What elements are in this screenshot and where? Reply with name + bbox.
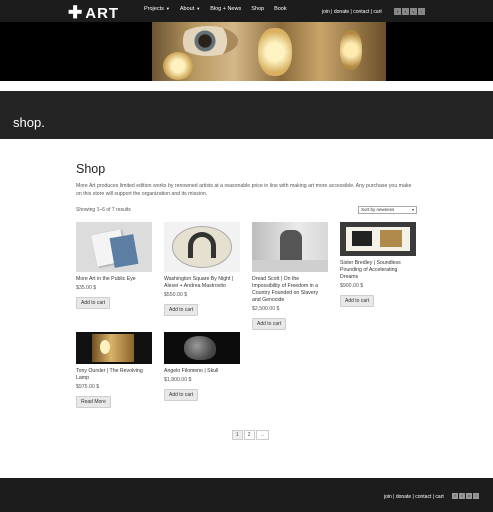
light-shape <box>100 340 110 354</box>
light-shape <box>163 52 193 80</box>
product-card: Washington Square By Night | Alexei + An… <box>164 222 240 316</box>
product-image[interactable] <box>252 222 328 272</box>
product-price: $35.00 $ <box>76 285 97 291</box>
product-card: Sister Bredley | Soundless Pounding of A… <box>340 222 416 307</box>
page-link-1[interactable]: 1 <box>232 430 243 440</box>
instagram-icon[interactable]: i <box>473 493 479 499</box>
twitter-icon[interactable]: t <box>402 8 409 15</box>
product-image[interactable] <box>164 222 240 272</box>
page-title: shop. <box>13 115 45 130</box>
sort-select[interactable]: Sort by newness ▾ <box>358 206 417 214</box>
add-to-cart-button[interactable]: Add to cart <box>252 318 287 330</box>
site-logo[interactable]: ✚ ART <box>68 3 119 23</box>
book-shape <box>109 234 139 268</box>
page-title-band <box>0 91 493 139</box>
product-card: Tony Oursler | The Revolving Lamp $975.0… <box>76 332 152 408</box>
top-nav: ✚ ART Projects ▼ About ▼ Blog + News Shop … <box>0 0 493 22</box>
product-price: $900.00 $ <box>340 283 364 289</box>
skull-shape <box>184 336 216 360</box>
product-name[interactable]: Sister Bredley | Soundless Pounding of A… <box>340 260 416 281</box>
read-more-button[interactable]: Read More <box>76 396 111 408</box>
arch-shape <box>188 232 216 258</box>
product-image[interactable] <box>76 222 152 272</box>
product-image[interactable] <box>76 332 152 364</box>
add-to-cart-button[interactable]: Add to cart <box>164 389 199 401</box>
chevron-down-icon: ▼ <box>165 6 170 11</box>
product-name[interactable]: More Art in the Public Eye <box>76 276 152 283</box>
utility-links[interactable]: join | donate | contact | cart <box>322 9 382 15</box>
eye-image <box>178 26 238 56</box>
nav-label: Projects <box>144 6 164 12</box>
footer-social-links: f t v i <box>452 493 479 499</box>
product-name[interactable]: Washington Square By Night | Alexei + An… <box>164 276 240 290</box>
facebook-icon[interactable]: f <box>394 8 401 15</box>
light-shape <box>340 30 362 70</box>
add-to-cart-button[interactable]: Add to cart <box>164 304 199 316</box>
next-page-icon[interactable]: → <box>255 430 269 440</box>
artwork-shape <box>352 231 372 246</box>
chevron-down-icon: ▾ <box>411 207 414 212</box>
product-name[interactable]: Dread Scott | On the Impossibility of Fr… <box>252 276 328 304</box>
product-card: Angelo Filomeno | Skull $1,800.00 $ Add … <box>164 332 240 401</box>
vimeo-icon[interactable]: v <box>410 8 417 15</box>
product-image[interactable] <box>340 222 416 256</box>
instagram-icon[interactable]: i <box>418 8 425 15</box>
product-image[interactable] <box>164 332 240 364</box>
nav-item-shop[interactable]: Shop <box>251 6 264 12</box>
page-link-2[interactable]: 2 <box>243 430 255 440</box>
twitter-icon[interactable]: t <box>459 493 465 499</box>
light-shape <box>258 28 292 76</box>
product-price: $975.00 $ <box>76 384 100 390</box>
add-to-cart-button[interactable]: Add to cart <box>340 295 375 307</box>
product-card: More Art in the Public Eye $35.00 $ Add … <box>76 222 152 309</box>
product-card: Dread Scott | On the Impossibility of Fr… <box>252 222 328 330</box>
product-price: $2,500.00 $ <box>252 306 280 312</box>
add-to-cart-button[interactable]: Add to cart <box>76 297 111 309</box>
main-menu: Projects ▼ About ▼ Blog + News Shop Book <box>144 6 287 12</box>
lamp-shape <box>92 334 134 362</box>
product-price: $1,800.00 $ <box>164 377 192 383</box>
nav-item-book[interactable]: Book <box>274 6 287 12</box>
vimeo-icon[interactable]: v <box>466 493 472 499</box>
product-name[interactable]: Angelo Filomeno | Skull <box>164 368 240 375</box>
pagination: 1 2 → <box>232 430 269 440</box>
product-name[interactable]: Tony Oursler | The Revolving Lamp <box>76 368 152 382</box>
sort-selected-value: Sort by newness <box>361 207 395 212</box>
shop-heading: Shop <box>76 162 106 176</box>
result-count: Showing 1–6 of 7 results <box>76 207 131 213</box>
chevron-down-icon: ▼ <box>196 6 201 11</box>
nav-item-projects[interactable]: Projects ▼ <box>144 6 170 12</box>
hero-image <box>0 22 493 81</box>
product-price: $550.00 $ <box>164 292 188 298</box>
logo-text: ART <box>85 4 120 22</box>
ground-shape <box>252 260 328 272</box>
footer-links[interactable]: join | donate | contact | cart <box>384 494 444 500</box>
shop-intro: More Art produces limited edition works … <box>76 183 412 197</box>
social-links: f t v i <box>394 8 425 15</box>
artwork-shape <box>380 230 402 247</box>
facebook-icon[interactable]: f <box>452 493 458 499</box>
nav-item-about[interactable]: About ▼ <box>180 6 200 12</box>
nav-item-blog-news[interactable]: Blog + News <box>210 6 241 12</box>
plus-logo-icon: ✚ <box>68 3 84 22</box>
nav-label: About <box>179 6 195 12</box>
